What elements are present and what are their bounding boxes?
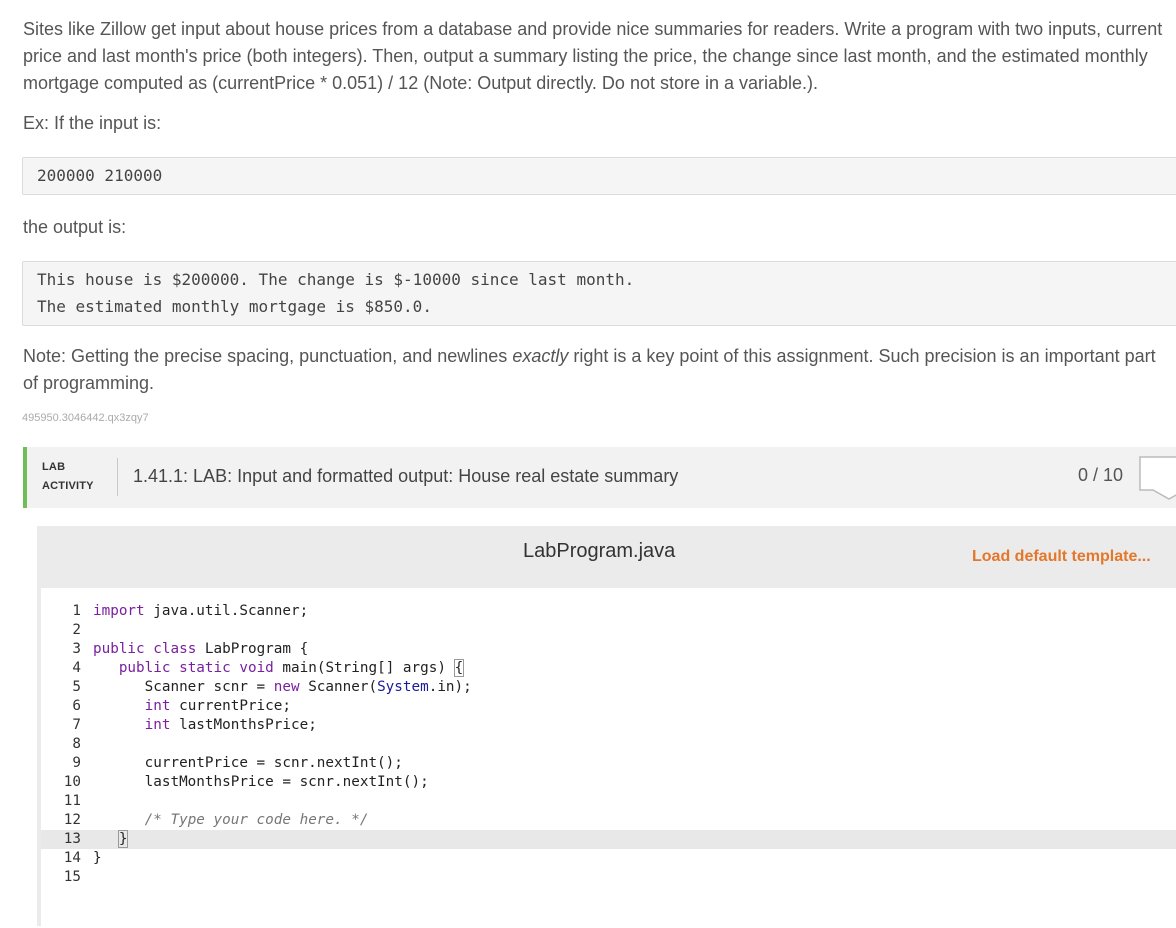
line-number: 6 <box>72 698 81 714</box>
line-number: 10 <box>63 774 81 790</box>
note-emphasis: exactly <box>512 346 569 366</box>
code-text[interactable]: public class LabProgram { <box>93 640 308 659</box>
line-number: 9 <box>72 755 81 771</box>
code-line[interactable]: 15 <box>41 868 1176 887</box>
header-divider <box>117 458 118 496</box>
code-line-active[interactable]: 13 } <box>41 830 1176 849</box>
code-text[interactable]: public static void main(String[] args) { <box>93 659 465 678</box>
code-text[interactable]: lastMonthsPrice = scnr.nextInt(); <box>93 773 429 792</box>
line-number: 4 <box>72 660 81 676</box>
line-number: 2 <box>72 622 81 638</box>
example-output-line-2: The estimated monthly mortgage is $850.0… <box>37 297 432 316</box>
example-output-box: This house is $200000. The change is $-1… <box>22 261 1176 326</box>
code-line[interactable]: 3 public class LabProgram { <box>41 640 1176 659</box>
code-line[interactable]: 11 <box>41 792 1176 811</box>
line-number: 3 <box>72 641 81 657</box>
example-input-box: 200000 210000 <box>22 157 1176 195</box>
code-line[interactable]: 6 int currentPrice; <box>41 697 1176 716</box>
code-line[interactable]: 5 Scanner scnr = new Scanner(System.in); <box>41 678 1176 697</box>
line-number: 11 <box>63 793 81 809</box>
code-line[interactable]: 14 } <box>41 849 1176 868</box>
code-text[interactable]: int lastMonthsPrice; <box>93 716 317 735</box>
code-line[interactable]: 2 <box>41 621 1176 640</box>
line-number: 1 <box>72 603 81 619</box>
code-editor-panel: LabProgram.java Load default template...… <box>37 526 1176 928</box>
score-badge-icon <box>1139 456 1176 500</box>
example-output-line-1: This house is $200000. The change is $-1… <box>37 270 635 289</box>
line-number: 8 <box>72 736 81 752</box>
activity-label: ACTIVITY <box>42 480 94 492</box>
note-prefix: Note: Getting the precise spacing, punct… <box>23 346 513 366</box>
lab-activity-header: LAB ACTIVITY 1.41.1: LAB: Input and form… <box>23 447 1176 508</box>
problem-description: Sites like Zillow get input about house … <box>23 19 1163 93</box>
line-number: 7 <box>72 717 81 733</box>
code-editor[interactable]: 1 import java.util.Scanner; 2 3 public c… <box>41 588 1176 928</box>
code-text[interactable]: currentPrice = scnr.nextInt(); <box>93 754 403 773</box>
precision-note: Note: Getting the precise spacing, punct… <box>23 343 1175 397</box>
code-line[interactable]: 10 lastMonthsPrice = scnr.nextInt(); <box>41 773 1176 792</box>
load-default-template-button[interactable]: Load default template... <box>972 548 1151 566</box>
code-text[interactable]: } <box>93 849 102 868</box>
line-number: 15 <box>63 869 81 885</box>
code-text[interactable]: import java.util.Scanner; <box>93 602 308 621</box>
code-line[interactable]: 1 import java.util.Scanner; <box>41 602 1176 621</box>
editor-titlebar: LabProgram.java Load default template... <box>37 526 1173 586</box>
code-text[interactable]: /* Type your code here. */ <box>93 811 369 830</box>
code-text[interactable]: } <box>93 830 129 849</box>
code-text[interactable]: int currentPrice; <box>93 697 291 716</box>
output-label: the output is: <box>23 217 127 237</box>
example-input-text: 200000 210000 <box>37 166 163 185</box>
editor-filename: LabProgram.java <box>523 540 676 562</box>
lab-score: 0 / 10 <box>1078 465 1124 485</box>
code-line[interactable]: 4 public static void main(String[] args)… <box>41 659 1176 678</box>
line-number: 13 <box>63 831 81 847</box>
code-line[interactable]: 9 currentPrice = scnr.nextInt(); <box>41 754 1176 773</box>
example-label: Ex: If the input is: <box>23 113 162 133</box>
line-number: 5 <box>72 679 81 695</box>
code-line[interactable]: 8 <box>41 735 1176 754</box>
lab-label: LAB <box>42 461 66 473</box>
code-line[interactable]: 7 int lastMonthsPrice; <box>41 716 1176 735</box>
code-line[interactable]: 12 /* Type your code here. */ <box>41 811 1176 830</box>
line-number: 14 <box>63 850 81 866</box>
line-number: 12 <box>63 812 81 828</box>
content-tag: 495950.3046442.qx3zqy7 <box>22 412 149 424</box>
lab-title: 1.41.1: LAB: Input and formatted output:… <box>133 466 679 486</box>
code-text[interactable]: Scanner scnr = new Scanner(System.in); <box>93 678 472 697</box>
